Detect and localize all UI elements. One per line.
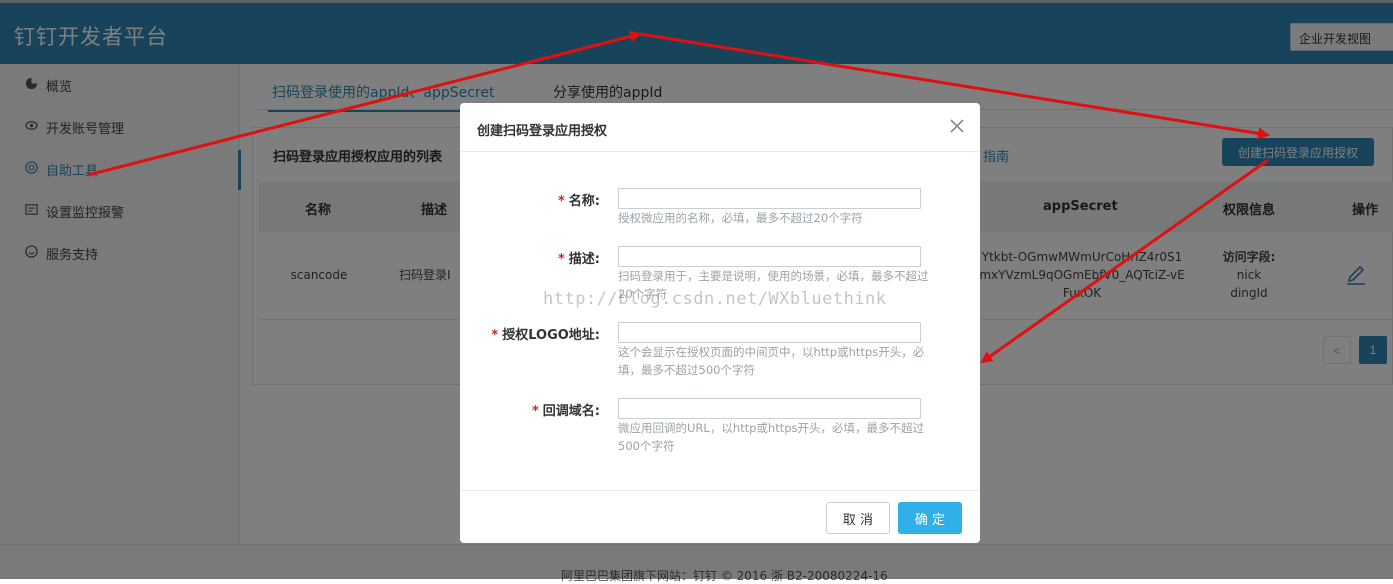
blog-watermark: http://blog.csdn.net/WXbluethink bbox=[543, 289, 887, 309]
label-text: 描述: bbox=[568, 252, 600, 267]
dialog-title: 创建扫码登录应用授权 bbox=[477, 124, 608, 139]
create-auth-dialog: 创建扫码登录应用授权 * 名称: 授权微应用的名称，必填，最多不超过20个字符 *… bbox=[460, 103, 980, 543]
hint-line: 微应用回调的URL，以http或https开头，必填，最多不超过 bbox=[618, 421, 925, 435]
close-icon[interactable] bbox=[948, 117, 966, 135]
required-mark: * bbox=[491, 328, 499, 343]
hint-line: 填，最多不超过500个字符 bbox=[618, 363, 755, 377]
logo-url-field-label: * 授权LOGO地址: bbox=[480, 324, 600, 343]
required-mark: * bbox=[557, 252, 565, 267]
name-hint: 授权微应用的名称，必填，最多不超过20个字符 bbox=[618, 211, 863, 225]
desc-input[interactable] bbox=[618, 246, 921, 267]
hint-line: 扫码登录用于，主要是说明，使用的场景，必填，最多不超过 bbox=[618, 269, 929, 283]
label-text: 授权LOGO地址: bbox=[502, 328, 600, 343]
label-text: 回调域名: bbox=[542, 404, 600, 419]
hint-line: 500个字符 bbox=[618, 439, 675, 453]
required-mark: * bbox=[557, 194, 565, 209]
callback-domain-input[interactable] bbox=[618, 398, 921, 419]
name-input[interactable] bbox=[618, 188, 921, 209]
required-mark: * bbox=[531, 404, 539, 419]
logo-url-hint: 这个会显示在授权页面的中间页中，以http或https开头，必 填，最多不超过5… bbox=[618, 343, 948, 379]
callback-domain-field-label: * 回调域名: bbox=[500, 400, 600, 419]
cancel-button[interactable]: 取 消 bbox=[826, 502, 890, 534]
dialog-footer: 取 消 确 定 bbox=[460, 490, 980, 543]
callback-domain-hint: 微应用回调的URL，以http或https开头，必填，最多不超过 500个字符 bbox=[618, 419, 948, 455]
dialog-header: 创建扫码登录应用授权 bbox=[460, 103, 980, 152]
hint-line: 这个会显示在授权页面的中间页中，以http或https开头，必 bbox=[618, 345, 925, 359]
label-text: 名称: bbox=[568, 194, 600, 209]
logo-url-input[interactable] bbox=[618, 322, 921, 343]
name-field-label: * 名称: bbox=[500, 190, 600, 209]
desc-field-label: * 描述: bbox=[500, 248, 600, 267]
confirm-button[interactable]: 确 定 bbox=[898, 502, 962, 534]
